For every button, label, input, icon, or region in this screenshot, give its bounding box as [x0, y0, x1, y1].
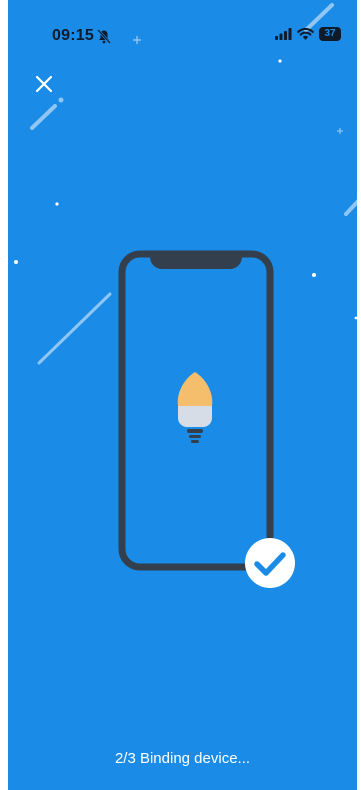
checkmark-icon — [254, 552, 286, 576]
binding-status-text: 2/3 Binding device... — [114, 750, 251, 767]
check-badge — [245, 538, 295, 588]
lightbulb-icon — [177, 372, 213, 443]
left-edge — [0, 0, 8, 790]
device-illustration — [118, 250, 274, 571]
right-edge — [357, 0, 361, 790]
binding-screen: 09:15 37 2/3 Binding device... — [0, 0, 361, 790]
